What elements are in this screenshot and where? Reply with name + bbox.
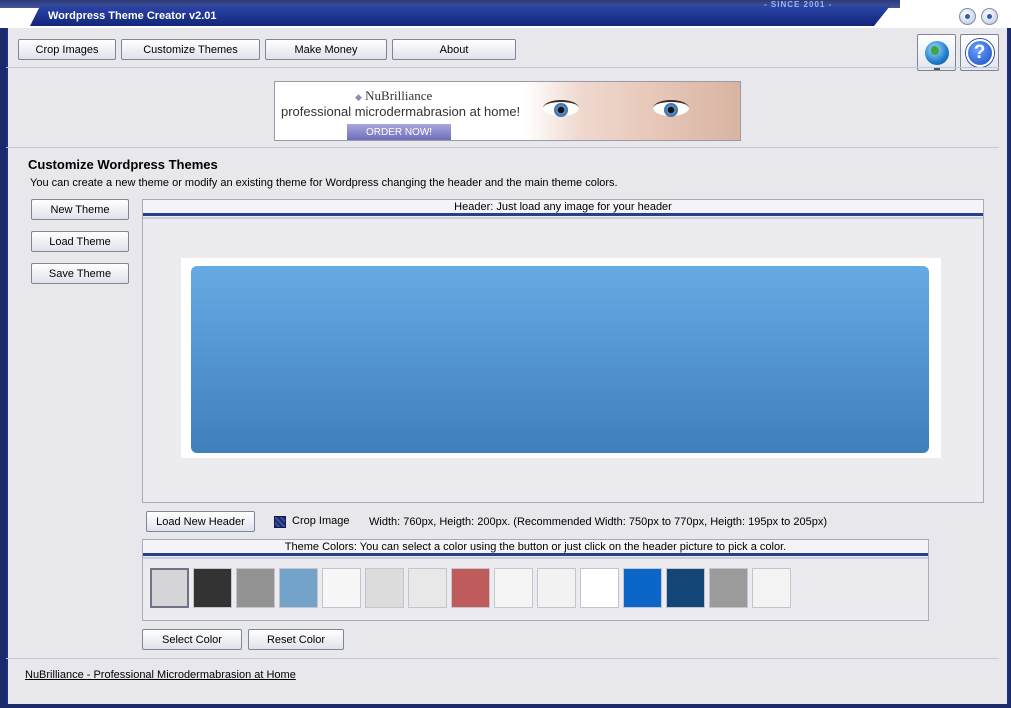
order-now-button[interactable]: ORDER NOW!	[347, 124, 451, 140]
ad-banner[interactable]: ◆ NuBrilliance professional microdermabr…	[274, 81, 741, 141]
ad-face-image	[525, 82, 740, 140]
since-badge: - SINCE 2001 -	[764, 0, 833, 9]
page-title: Customize Wordpress Themes	[28, 157, 218, 172]
reset-color-button[interactable]: Reset Color	[248, 629, 344, 650]
select-color-button[interactable]: Select Color	[142, 629, 242, 650]
color-swatch[interactable]	[451, 568, 490, 608]
color-swatch[interactable]	[494, 568, 533, 608]
header-image[interactable]	[191, 266, 929, 453]
ad-brand-text: NuBrilliance	[365, 88, 433, 103]
color-swatch[interactable]	[623, 568, 662, 608]
crop-image-label: Crop Image	[292, 515, 350, 527]
crop-image-checkbox[interactable]	[274, 516, 286, 528]
window-title: Wordpress Theme Creator v2.01	[48, 10, 217, 22]
customize-themes-button[interactable]: Customize Themes	[121, 39, 260, 60]
color-swatch[interactable]	[709, 568, 748, 608]
footer-divider	[6, 658, 999, 659]
header-preview[interactable]	[181, 258, 941, 458]
load-new-header-button[interactable]: Load New Header	[146, 511, 255, 532]
dimensions-text: Width: 760px, Heigth: 200px. (Recommende…	[369, 516, 827, 528]
theme-colors-title: Theme Colors: You can select a color usi…	[143, 540, 928, 559]
ad-brand: ◆ NuBrilliance	[355, 88, 432, 104]
close-button[interactable]	[981, 8, 998, 25]
load-theme-button[interactable]: Load Theme	[31, 231, 129, 252]
header-panel-title: Header: Just load any image for your hea…	[143, 200, 983, 219]
globe-icon	[924, 40, 949, 70]
eye-image	[543, 100, 579, 117]
color-swatch[interactable]	[408, 568, 447, 608]
color-swatch[interactable]	[193, 568, 232, 608]
eye-image	[653, 100, 689, 117]
about-button[interactable]: About	[392, 39, 516, 60]
banner-divider	[6, 147, 999, 148]
header-panel: Header: Just load any image for your hea…	[142, 199, 984, 503]
help-icon: ?	[965, 38, 994, 67]
diamond-icon: ◆	[355, 92, 362, 102]
title-bar: Wordpress Theme Creator v2.01 - SINCE 20…	[0, 0, 1011, 28]
color-swatch[interactable]	[666, 568, 705, 608]
color-swatch[interactable]	[537, 568, 576, 608]
minimize-button[interactable]	[959, 8, 976, 25]
color-swatch[interactable]	[580, 568, 619, 608]
help-button[interactable]: ?	[960, 34, 999, 71]
make-money-button[interactable]: Make Money	[265, 39, 387, 60]
crop-images-button[interactable]: Crop Images	[18, 39, 116, 60]
color-swatch[interactable]	[752, 568, 791, 608]
color-swatch[interactable]	[322, 568, 361, 608]
color-swatch[interactable]	[150, 568, 189, 608]
page-description: You can create a new theme or modify an …	[30, 177, 618, 189]
ad-tagline: professional microdermabrasion at home!	[281, 104, 521, 119]
new-theme-button[interactable]: New Theme	[31, 199, 129, 220]
footer-link[interactable]: NuBrilliance - Professional Microdermabr…	[25, 669, 296, 681]
globe-button[interactable]	[917, 34, 956, 71]
save-theme-button[interactable]: Save Theme	[31, 263, 129, 284]
toolbar-divider	[6, 67, 999, 68]
color-swatch[interactable]	[279, 568, 318, 608]
color-swatch[interactable]	[365, 568, 404, 608]
color-swatch[interactable]	[236, 568, 275, 608]
